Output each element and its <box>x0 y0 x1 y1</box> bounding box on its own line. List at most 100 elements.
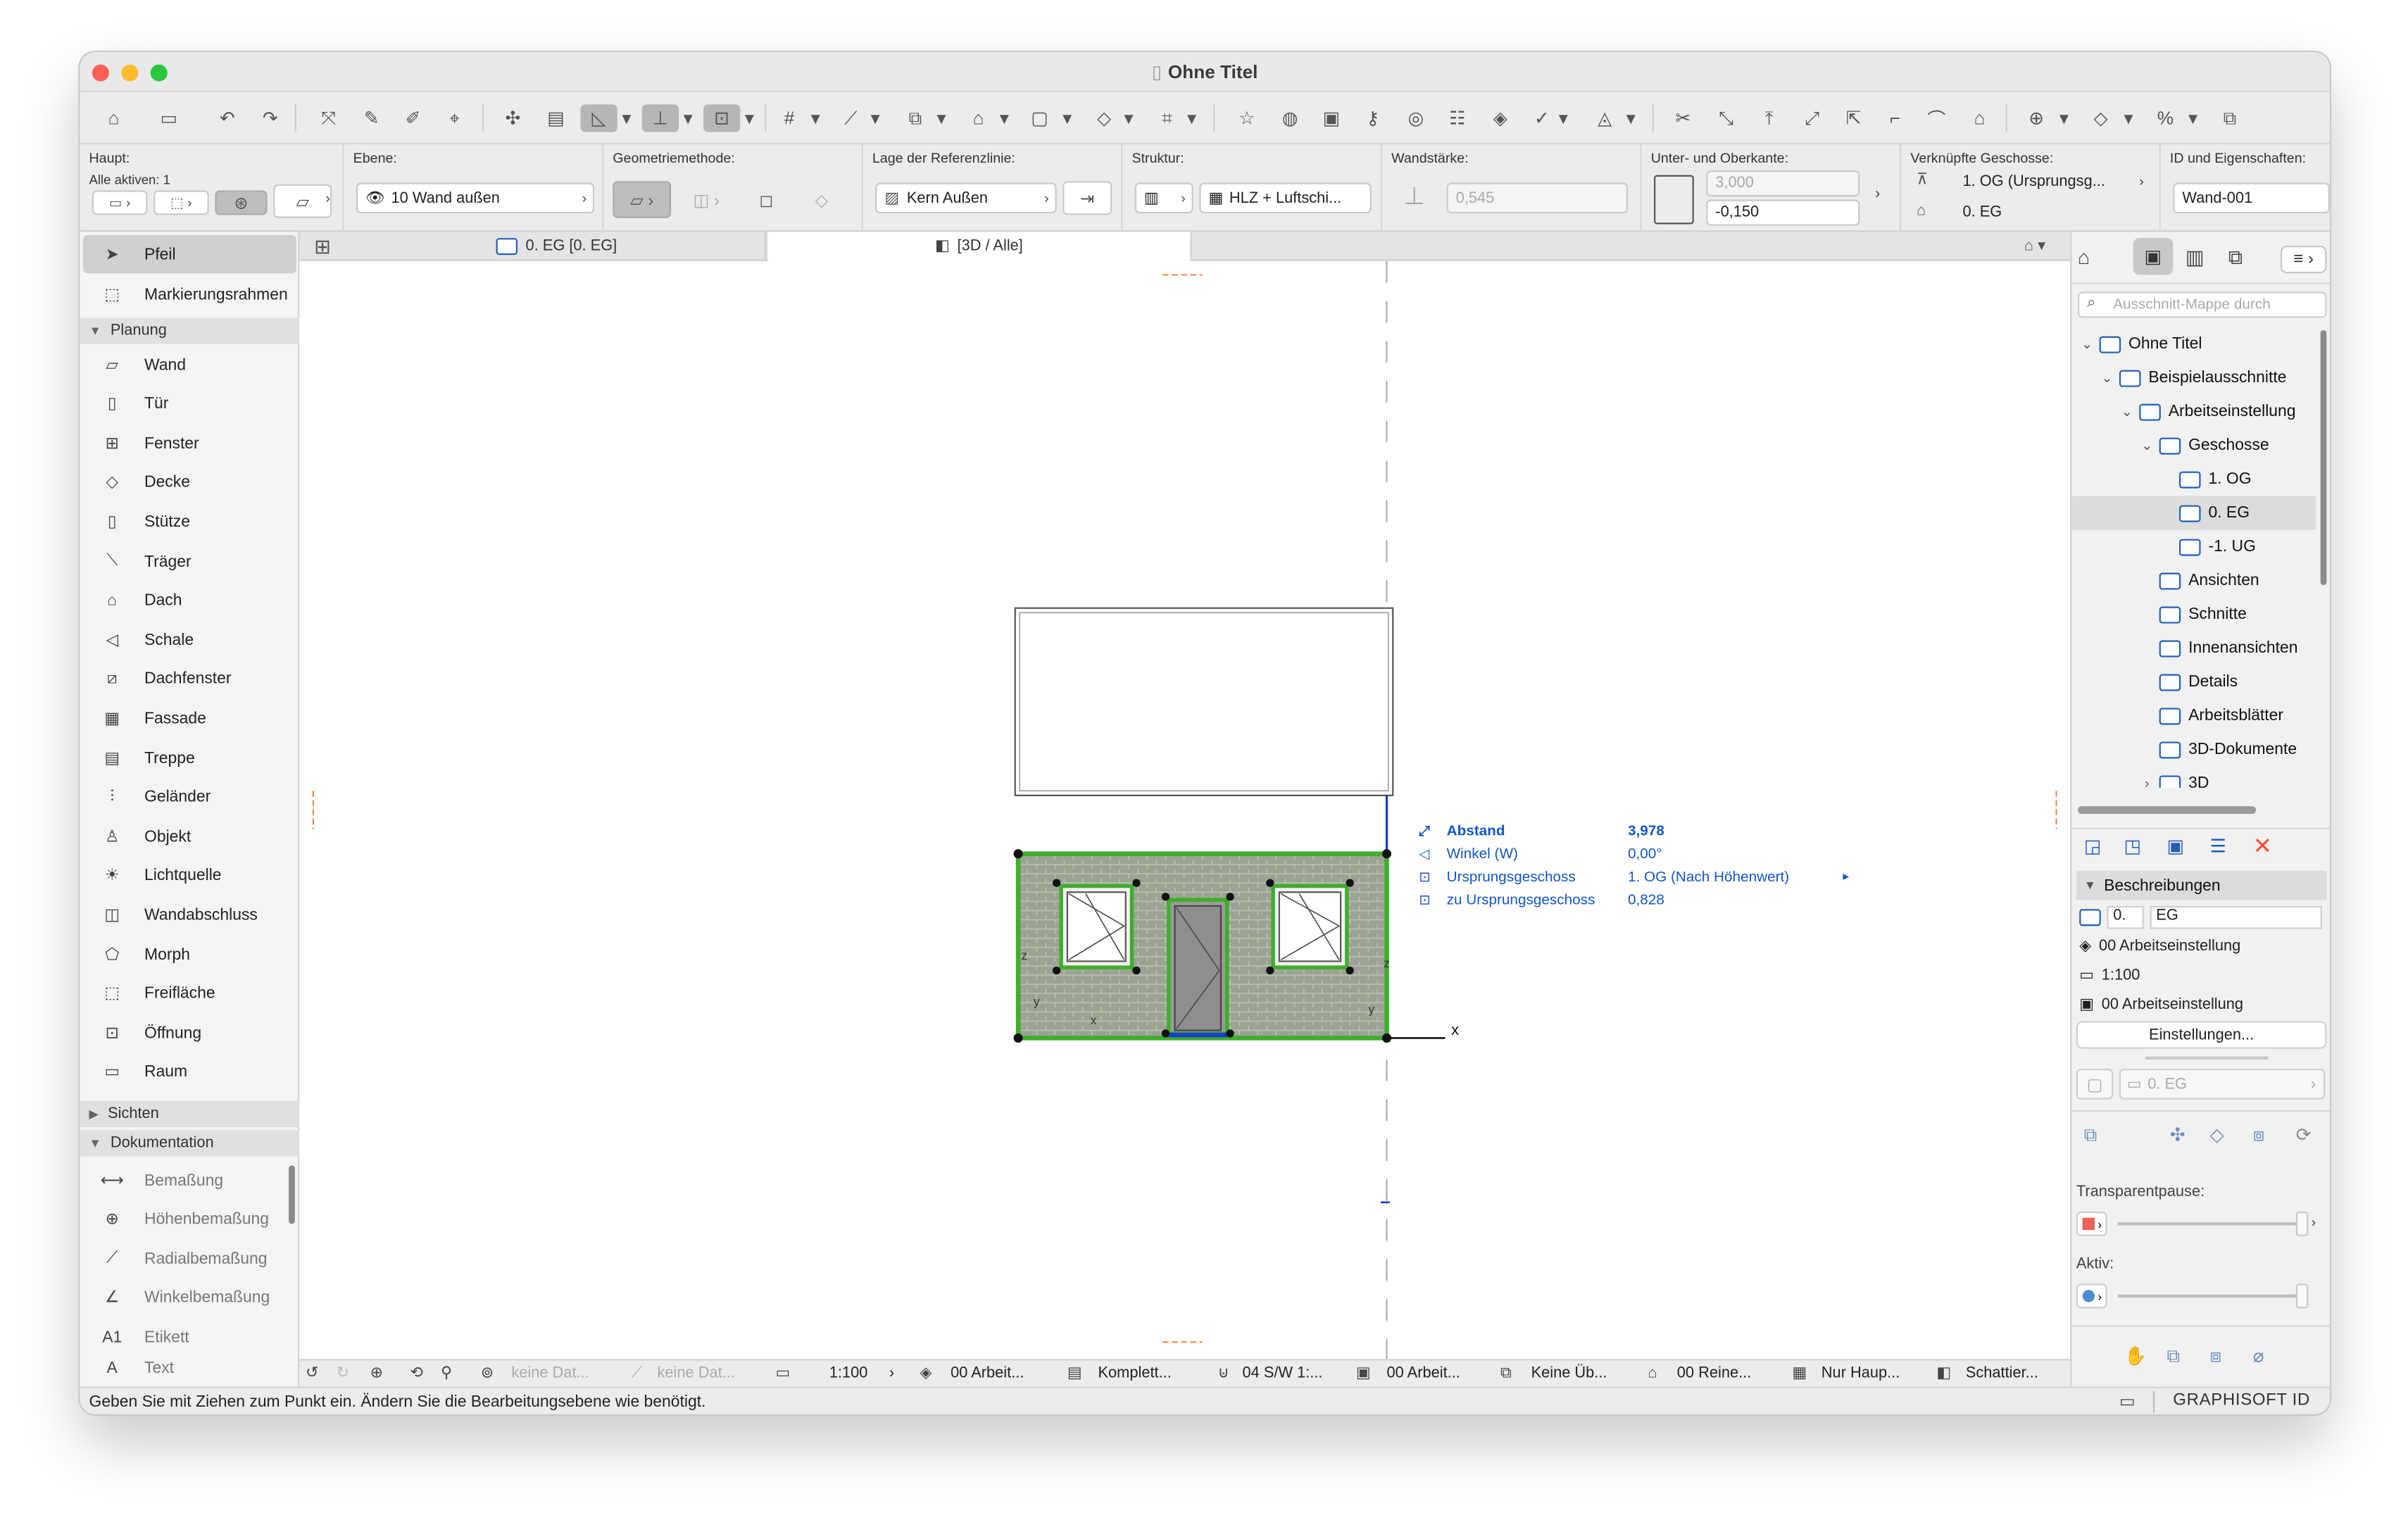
favorite-star-icon[interactable]: ☆ <box>1231 104 1262 132</box>
fillet-icon[interactable]: ⌐ <box>1880 104 1911 132</box>
undo-zoom-icon[interactable]: ↺ <box>306 1365 318 1382</box>
navigator-item[interactable]: › 3D <box>2071 766 2316 788</box>
navigator-item[interactable]: -1. UG <box>2071 529 2316 563</box>
tool-raum[interactable]: ▭ Raum <box>83 1053 296 1092</box>
tool-decke[interactable]: ◇ Decke <box>83 463 296 502</box>
section-sichten[interactable]: ▶ Sichten <box>80 1100 300 1127</box>
tab-floor-plan[interactable]: 0. EG [0. EG] <box>349 232 767 261</box>
teamwork-icon[interactable]: ◎ <box>1400 104 1431 132</box>
tool-fassade[interactable]: ▦ Fassade <box>83 699 296 738</box>
delete-icon[interactable]: ✕ <box>2253 832 2272 860</box>
angle-guide-dropdown[interactable]: ▾ <box>617 104 636 132</box>
tool-höhenbemaßung[interactable]: ⊕ Höhenbemaßung <box>83 1200 296 1239</box>
tool-treppe[interactable]: ▤ Treppe <box>83 739 296 777</box>
tool-öffnung[interactable]: ⊡ Öffnung <box>83 1014 296 1053</box>
3d-canvas[interactable]: x z y x z y ⤢ Abstand 3,978 ◁ Winkel (W) 0,0… <box>299 260 2071 1359</box>
image-icon[interactable]: ▣ <box>1316 104 1347 132</box>
triangle-circle-icon[interactable]: ◬ <box>1589 104 1620 132</box>
tool-tür[interactable]: ▯ Tür <box>83 385 296 424</box>
trace-reset-icon[interactable]: ⌀ <box>2253 1345 2264 1367</box>
resize-icon[interactable]: ⤢ <box>1797 104 1828 132</box>
plane-dropdown[interactable]: ▾ <box>866 104 884 132</box>
transparency-slider-thumb[interactable] <box>2295 1211 2309 1236</box>
tracker-dropdown-icon[interactable]: ▸ <box>1843 869 1849 884</box>
link-view-icon[interactable]: ⧉ <box>2084 1124 2097 1148</box>
tool-markierungsrahmen[interactable]: ⬚ Markierungsrahmen <box>83 275 296 313</box>
tab-options-icon[interactable]: ⌂ ▾ <box>2004 232 2065 260</box>
tool-schale[interactable]: ◁ Schale <box>83 621 296 660</box>
redo-zoom-icon[interactable]: ↻ <box>337 1365 349 1382</box>
disclosure-chevron-icon[interactable]: ⌄ <box>2118 403 2136 420</box>
add-point-icon[interactable]: ⊕ <box>2021 104 2052 132</box>
guide-line-icon[interactable]: ⊥ <box>641 104 679 132</box>
active-slider-thumb[interactable] <box>2295 1283 2309 1309</box>
tracker-row-winkel[interactable]: ◁ Winkel (W) 0,00° <box>1416 846 1876 869</box>
door[interactable] <box>1167 898 1229 1036</box>
copy-icon[interactable]: ⧉ <box>2214 104 2245 132</box>
rect-wall-button[interactable]: ◻ <box>741 181 791 218</box>
guide-line-dropdown[interactable]: ▾ <box>679 104 697 132</box>
disclosure-chevron-icon[interactable]: › <box>2138 775 2156 787</box>
move-icon[interactable]: ✣ <box>498 104 529 132</box>
layer-dropdown[interactable]: ▾ <box>1120 104 1138 132</box>
new-clone-icon[interactable]: ◳ <box>2124 836 2141 858</box>
navigator-search-input[interactable]: ⌕ Ausschnitt-Mappe durch <box>2078 291 2327 318</box>
group-dropdown[interactable]: ▾ <box>1058 104 1077 132</box>
tree-dropdown[interactable]: ▾ <box>1182 104 1200 132</box>
view-dropdown[interactable]: ▾ <box>932 104 951 132</box>
offset-icon[interactable]: ◇ <box>2086 104 2117 132</box>
settings-list-icon[interactable]: ☰ <box>2210 836 2226 858</box>
navigator-item[interactable]: Arbeitsblätter <box>2071 698 2316 732</box>
tool-geländer[interactable]: ⫶ Geländer <box>83 778 296 817</box>
tracker-row-abstand[interactable]: ⤢ Abstand 3,978 <box>1416 823 1876 846</box>
trace-color-button[interactable]: › <box>2076 1211 2107 1236</box>
zoom-icon[interactable]: ⊕ <box>370 1365 383 1382</box>
transparency-chevron[interactable]: › <box>2312 1214 2316 1230</box>
curve-icon[interactable]: ⌒ <box>1921 104 1952 132</box>
straight-wall-button[interactable]: ▱ › <box>613 181 672 218</box>
bottom-pen[interactable]: 04 S/W 1:... <box>1243 1365 1323 1382</box>
magic-wand-icon[interactable]: ⌖ <box>439 104 470 132</box>
navigator-item[interactable]: ⌄ Ohne Titel <box>2071 327 2316 361</box>
grid-dropdown[interactable]: ▾ <box>806 104 824 132</box>
redo-icon[interactable]: ↷ <box>255 104 286 132</box>
navigator-item[interactable]: 3D-Dokumente <box>2071 732 2316 766</box>
group-icon[interactable]: ▢ <box>1024 104 1055 132</box>
disclosure-chevron-icon[interactable]: ⌄ <box>2138 437 2156 454</box>
tool-radialbemaßung[interactable]: ⟋ Radialbemaßung <box>83 1240 296 1279</box>
refresh-icon[interactable]: ⟳ <box>2296 1124 2312 1146</box>
walk-icon[interactable]: ⚲ <box>441 1365 452 1382</box>
tab-3d[interactable]: ◧ [3D / Alle] <box>767 232 1192 261</box>
undo-icon[interactable]: ↶ <box>212 104 243 132</box>
new-folder-icon[interactable]: ▣ <box>2167 836 2185 858</box>
navigator-hscrollbar[interactable] <box>2078 806 2257 814</box>
disclosure-chevron-icon[interactable]: ⌄ <box>2078 336 2096 353</box>
check-dropdown[interactable]: ▾ <box>1554 104 1572 132</box>
prop-model-row[interactable]: ▣ 00 Arbeitseinstellung <box>2076 991 2327 1019</box>
tool-lichtquelle[interactable]: ☀ Lichtquelle <box>83 857 296 896</box>
geschoss-unten[interactable]: 0. EG <box>1962 204 2002 221</box>
roof-icon[interactable]: ⌂ <box>1964 104 1995 132</box>
prop-layer-row[interactable]: ◈ 00 Arbeitseinstellung <box>2076 932 2327 961</box>
snap-icon[interactable]: ⊡ <box>703 104 741 132</box>
unterkante-field[interactable]: -0,150 <box>1706 199 1860 226</box>
bottom-scale[interactable]: 1:100 <box>829 1365 868 1382</box>
tool-wandabschluss[interactable]: ◫ Wandabschluss <box>83 896 296 934</box>
split-icon[interactable]: ✂ <box>1668 104 1699 132</box>
oberkante-field[interactable]: 3,000 <box>1706 170 1860 197</box>
tool-bemaßung[interactable]: ⟷ Bemaßung <box>83 1161 296 1200</box>
haupt-more-chevron[interactable]: › <box>325 190 330 206</box>
tool-dachfenster[interactable]: ⧄ Dachfenster <box>83 660 296 698</box>
grid-icon[interactable]: # <box>774 104 805 132</box>
rotate-view-icon[interactable]: ◇ <box>2210 1124 2224 1146</box>
flip-reference-button[interactable]: ⇥ <box>1062 181 1112 215</box>
struktur-select[interactable]: ▦ HLZ + Luftschi... <box>1199 182 1372 214</box>
publisher-icon[interactable]: ⧉ <box>2228 246 2243 270</box>
bottom-layers[interactable]: 00 Arbeit... <box>951 1365 1024 1382</box>
prop-nr-field[interactable]: 0. <box>2107 905 2144 929</box>
measure-icon[interactable]: ▤ <box>541 104 572 132</box>
scale-chevron[interactable]: › <box>889 1365 894 1382</box>
geschoss-oben-chevron[interactable]: › <box>2139 173 2144 189</box>
percent-dropdown[interactable]: ▾ <box>2184 104 2202 132</box>
tool-winkelbemaßung[interactable]: ∠ Winkelbemaßung <box>83 1279 296 1317</box>
